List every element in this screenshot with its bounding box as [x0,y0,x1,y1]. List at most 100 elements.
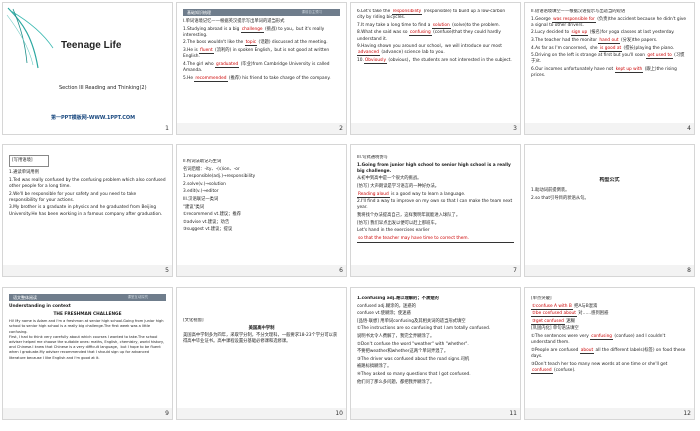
slide-thumbnail-10[interactable]: [文化视窗] 美国高中学制 美国高中学制多为四年，采取学分制，不分文理科，一般要… [176,287,347,420]
text-line: 3.My brother is a graduate in physics an… [9,205,163,217]
slide-content: 语文整体阅读 课堂互动探究 Understanding in context T… [9,294,166,405]
text-line: 5.He recommended (推荐) his friend to take… [183,75,331,82]
text-line: 1.confusing adj.难以理解的；不清楚的 [357,296,439,301]
article-title: THE FRESHMAN CHALLENGE [53,311,122,317]
text-line: 5.Driving on the left is strange at firs… [531,53,685,65]
header-label: 语文整体阅读 [13,295,37,300]
slide-heading: [文化视窗] [183,318,204,323]
slide-thumbnail-8[interactable]: 构型公式 1.助动词前提倒装。 2.so that引导目的状语从句。 8 [524,144,695,277]
text-line: so that the teacher may have time to cor… [357,236,514,243]
slide-number: 8 [687,266,691,274]
text-line: ②be confused about 对……感到困惑 [531,311,609,318]
text-line: 4.As far as I'm concerned，she is good at… [531,45,675,52]
text-line: ②advise vt.建议；劝告 [183,219,230,225]
text-line: confuse vt.使糊涂；使迷惑 [357,311,411,317]
text-line: ②People are confused about all the diffe… [531,347,686,359]
slide-footer [351,408,520,419]
slide-number: 3 [513,124,517,132]
slide-thumbnail-4[interactable]: II.短语语境填空——根据汉语提示写出适当的短语 1.George was re… [524,2,695,135]
header-tag: 课堂互动探究 [127,295,148,299]
brand-text: 第一PPT模板网-WWW.1PPT.COM [51,115,136,121]
slide-footer [177,408,346,419]
slide-subtitle: Section III Reading and Thinking(2) [59,85,147,91]
text-line: 6.Our incomes unfortunately have not kep… [531,66,677,79]
text-line: ③suggest vt.建议；提议 [183,227,233,233]
header-label: 基础知识梳理 [187,10,211,15]
text-line: ③The driver was confused about the road … [357,356,470,362]
slide-content: [单点突破] ①confuse A with B 把A与B混淆 ②be conf… [531,296,688,405]
slide-header: 语文整体阅读 课堂互动探究 [9,294,166,301]
text-line: 7.It may take a long time to find a solu… [357,22,500,29]
article-title: 美国高中学制 [248,325,275,331]
slide-number: 10 [335,409,343,417]
slide-footer [177,265,346,276]
slide-thumbnail-grid: Teenage Life Section III Reading and Thi… [0,0,700,431]
text-line: ①confuse A with B 把A与B混淆 [531,303,598,310]
text-line: confused adj.糊涂的，迷惑的 [357,303,416,309]
text-line: 他们问了那么多问题，都把我弄糊涂了。 [357,379,435,385]
article-body: 美国高中学制多为四年，采取学分制，不分文理科，一般要求18-23个学分可以获得高… [183,333,338,345]
text-line: 1.通读单词用例 [9,170,39,176]
text-line: 从初中到高中是一个很大的挑战。 [357,176,422,182]
slide-number: 9 [165,409,169,417]
slide-thumbnail-7[interactable]: III.句式通晓仿写 1.Going from junior high scho… [350,144,521,277]
slide-thumbnail-2[interactable]: 基础知识梳理 课前自主预习 I.单词语境记忆——根据英汉提示写出单词的适当形式 … [176,2,347,135]
text-line: 2.The boss wouldn't like the topic (话题) … [183,40,328,47]
text-line: 2.Lucy decided to sign up (报名)for yoga c… [531,30,675,37]
text-line: 3.He is fluent (流利的) in spoken English，b… [183,47,330,60]
text-line: ③Don't teach her too many new words at o… [531,361,668,374]
slide-content: III.句式通晓仿写 1.Going from junior high scho… [357,155,514,262]
slide-title: Teenage Life [61,40,122,51]
slide-thumbnail-6[interactable]: II.构词法助记巧生词 名词后缀：-ity、-(s)ion、-or 1.resp… [176,144,347,277]
text-line: III.汉语联记一类词 [183,196,219,202]
text-line: 3.The teacher had the monitor hand out (… [531,37,658,44]
text-line: Reading aloud is a good way to learn a l… [357,191,466,198]
text-line: 1.responsible(adj.)→responsibility [183,174,256,180]
text-line: 我将找个办法提高自己，这样我明年就能进入球队了。 [357,212,461,218]
slide-footer [525,408,694,419]
text-line: 6.Let's take the responsibility (respons… [357,9,506,21]
slide-number: 6 [339,266,343,274]
text-line: 2.We'll be responsible for your safety a… [9,191,137,203]
slide-thumbnail-3[interactable]: 6.Let's take the responsibility (respons… [350,2,521,135]
slide-thumbnail-1[interactable]: Teenage Life Section III Reading and Thi… [2,2,173,135]
slide-thumbnail-11[interactable]: 1.confusing adj.难以理解的；不清楚的 confused adj.… [350,287,521,420]
text-line: [仿写] 大声朗读是学习语言的一种好办法。 [357,183,440,189]
slide-number: 2 [339,124,343,132]
text-line: II.短语语境填空——根据汉语提示写出适当的短语 [531,9,626,14]
text-line: 1.Ted was really confused by the confusi… [9,177,166,189]
slide-content: II.短语语境填空——根据汉语提示写出适当的短语 1.George was re… [531,9,688,120]
text-line: [巩固内化] 单句语法填空 [531,326,579,332]
text-line: 被路标搞糊涂了。 [357,364,392,370]
text-line: [仿写] 我们早点出发以便可以赶上那班车。 [357,220,440,226]
slide-content: 1.confusing adj.难以理解的；不清楚的 confused adj.… [357,296,514,405]
text-line: [单点突破] [531,296,552,301]
slide-number: 4 [687,124,691,132]
text-line: Let's hand in the exercises earlier [357,228,430,234]
slide-footer [525,123,694,134]
text-line: ①recommend vt.建议；推荐 [183,212,242,218]
text-line: 9.Having shown you around our school，we … [357,44,502,57]
slide-footer [3,265,172,276]
text-line: 2.so that引导目的状语从句。 [531,195,589,201]
slide-footer [351,265,520,276]
text-line: ②Don't confuse the word "weather" with "… [357,341,469,347]
box-title: [写用语境] [9,155,49,168]
article-body: Hi! My name is Adam and I'm a freshman a… [9,319,165,360]
header-tag: 课前自主预习 [301,10,322,14]
text-line: 不要把weather和whether这两个单词弄混了。 [357,349,449,355]
text-line: 说明书太令人费解了，我完全弄糊涂了。 [357,333,435,339]
slide-thumbnail-9[interactable]: 语文整体阅读 课堂互动探究 Understanding in context T… [2,287,173,420]
text-line: "建议"类词 [183,204,205,210]
slide-thumbnail-5[interactable]: [写用语境] 1.通读单词用例 1.Ted was really confuse… [2,144,173,277]
text-line: ①The instructions are so confusing that … [357,326,491,332]
text-line: 4.The girl who graduated (毕业)from Cambri… [183,61,330,73]
text-line: 10.Obviously (obvious)，the students are … [357,57,512,64]
text-line: I.单词语境记忆——根据英汉提示写出单词的适当形式 [183,19,285,24]
slide-thumbnail-12[interactable]: [单点突破] ①confuse A with B 把A与B混淆 ②be conf… [524,287,695,420]
text-line: 2.I'll find a way to improve on my own s… [357,199,513,211]
text-line: [品悟·联想] 用单词confusing及其相关词的适当形式填空 [357,318,466,324]
text-line: ①The sentences were very confusing (conf… [531,333,666,346]
text-line: 1.Studying abroad is a big challenge (挑战… [183,26,325,38]
text-line: 8.What she said was so confusing (confus… [357,30,501,42]
